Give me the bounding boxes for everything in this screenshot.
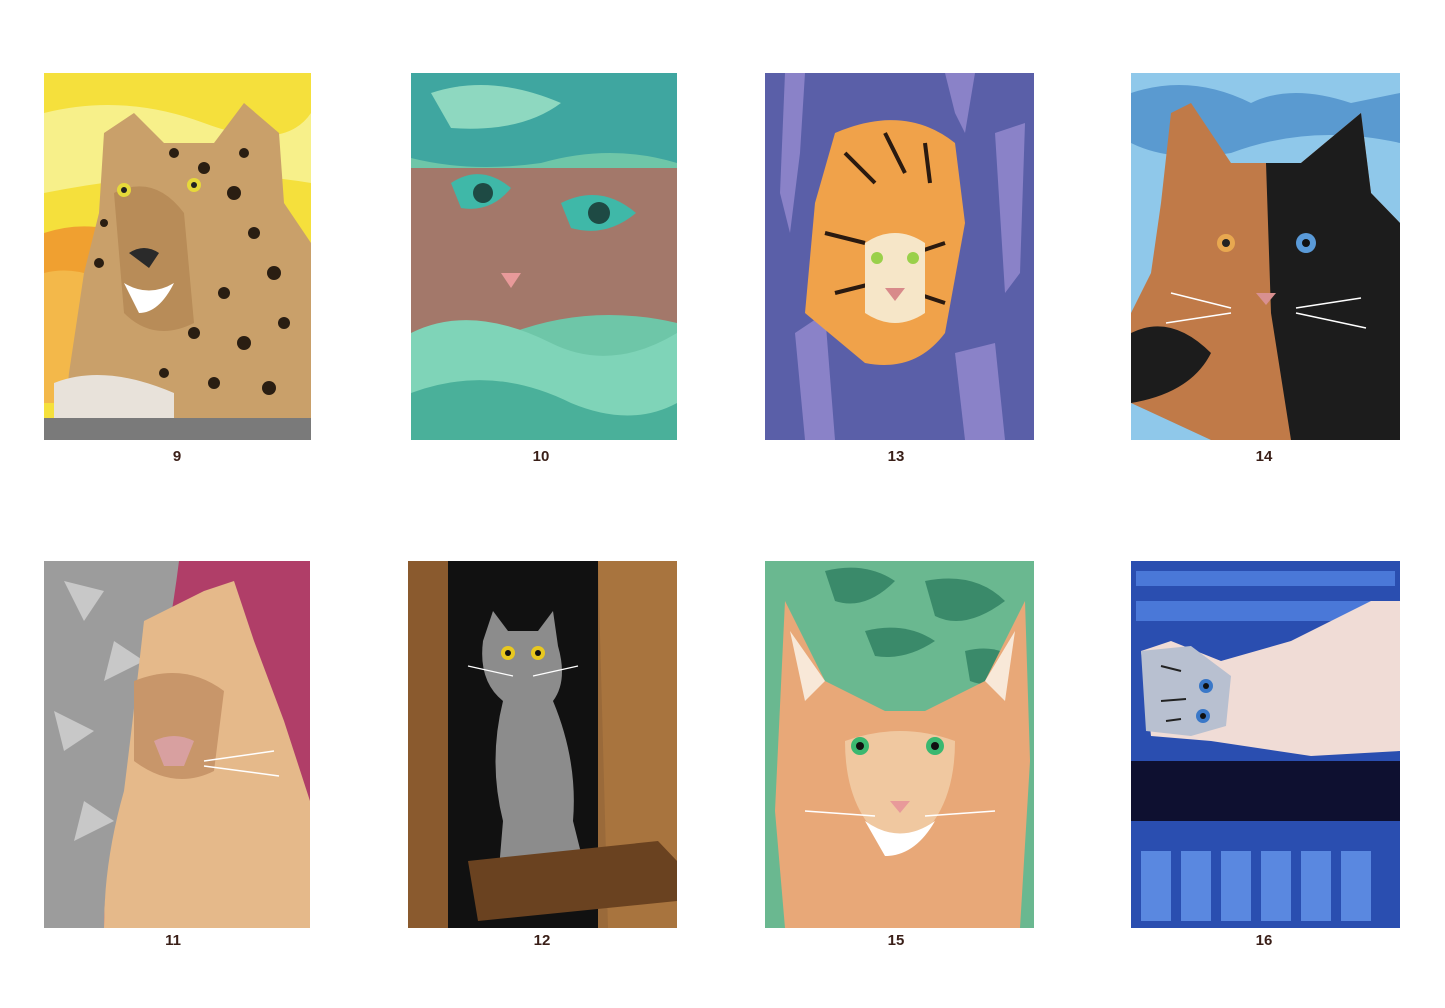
cat-on-blue-rack-illustration [1131,561,1400,928]
card-number-label: 10 [532,448,550,465]
puma-illustration [44,561,310,928]
painting-card-14[interactable] [1131,73,1400,440]
card-number-label: 14 [1255,448,1273,465]
tiger-illustration [765,73,1034,440]
leopard-illustration [44,73,311,440]
card-number-label: 16 [1255,932,1273,949]
card-number-label: 15 [887,932,905,949]
painting-card-16[interactable] [1131,561,1400,928]
painting-card-10[interactable] [411,73,677,440]
two-faced-cat-illustration [1131,73,1400,440]
painting-card-11[interactable] [44,561,310,928]
painting-card-15[interactable] [765,561,1034,928]
grey-cat-illustration [408,561,677,928]
cat-in-blanket-illustration [411,73,677,440]
card-number-label: 12 [533,932,551,949]
card-number-label: 9 [172,448,182,465]
painting-card-13[interactable] [765,73,1034,440]
painting-card-9[interactable] [44,73,311,440]
painting-card-12[interactable] [408,561,677,928]
lynx-illustration [765,561,1034,928]
card-number-label: 13 [887,448,905,465]
card-number-label: 11 [165,932,181,949]
